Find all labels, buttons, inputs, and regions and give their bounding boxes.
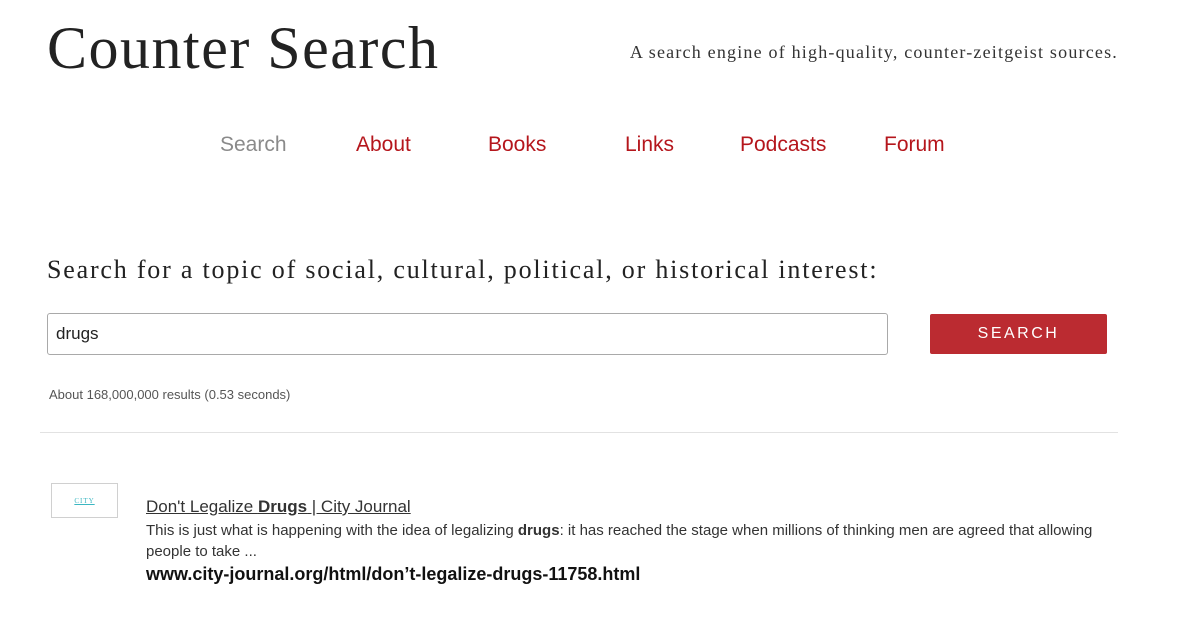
result-title-source: | City Journal [307,497,411,516]
snippet-text: This is just what is happening with the … [146,522,518,539]
site-tagline: A search engine of high-quality, counter… [629,42,1118,62]
city-journal-logo: CITY [74,496,95,505]
results-stats: About 168,000,000 results (0.53 seconds) [49,387,291,402]
nav-books[interactable]: Books [488,133,546,157]
site-title[interactable]: Counter Search [47,18,440,78]
nav-search[interactable]: Search [220,133,287,157]
search-button[interactable]: SEARCH [930,314,1107,354]
result-title-highlight: Drugs [257,497,308,516]
search-input[interactable] [47,313,888,355]
result-snippet: This is just what is happening with the … [146,520,1106,562]
nav-podcasts[interactable]: Podcasts [740,133,826,157]
result-title-link[interactable]: Don't Legalize Drugs | City Journal [146,497,411,517]
result-title-text: Don't Legalize [146,497,258,516]
search-prompt: Search for a topic of social, cultural, … [47,255,879,284]
result-thumbnail[interactable]: CITY [51,483,118,518]
nav-about[interactable]: About [356,133,411,157]
result-url[interactable]: www.city-journal.org/html/don’t-legalize… [146,564,640,585]
nav-forum[interactable]: Forum [884,133,945,157]
divider [40,432,1118,433]
nav-links[interactable]: Links [625,133,674,157]
snippet-highlight: drugs [517,522,560,539]
